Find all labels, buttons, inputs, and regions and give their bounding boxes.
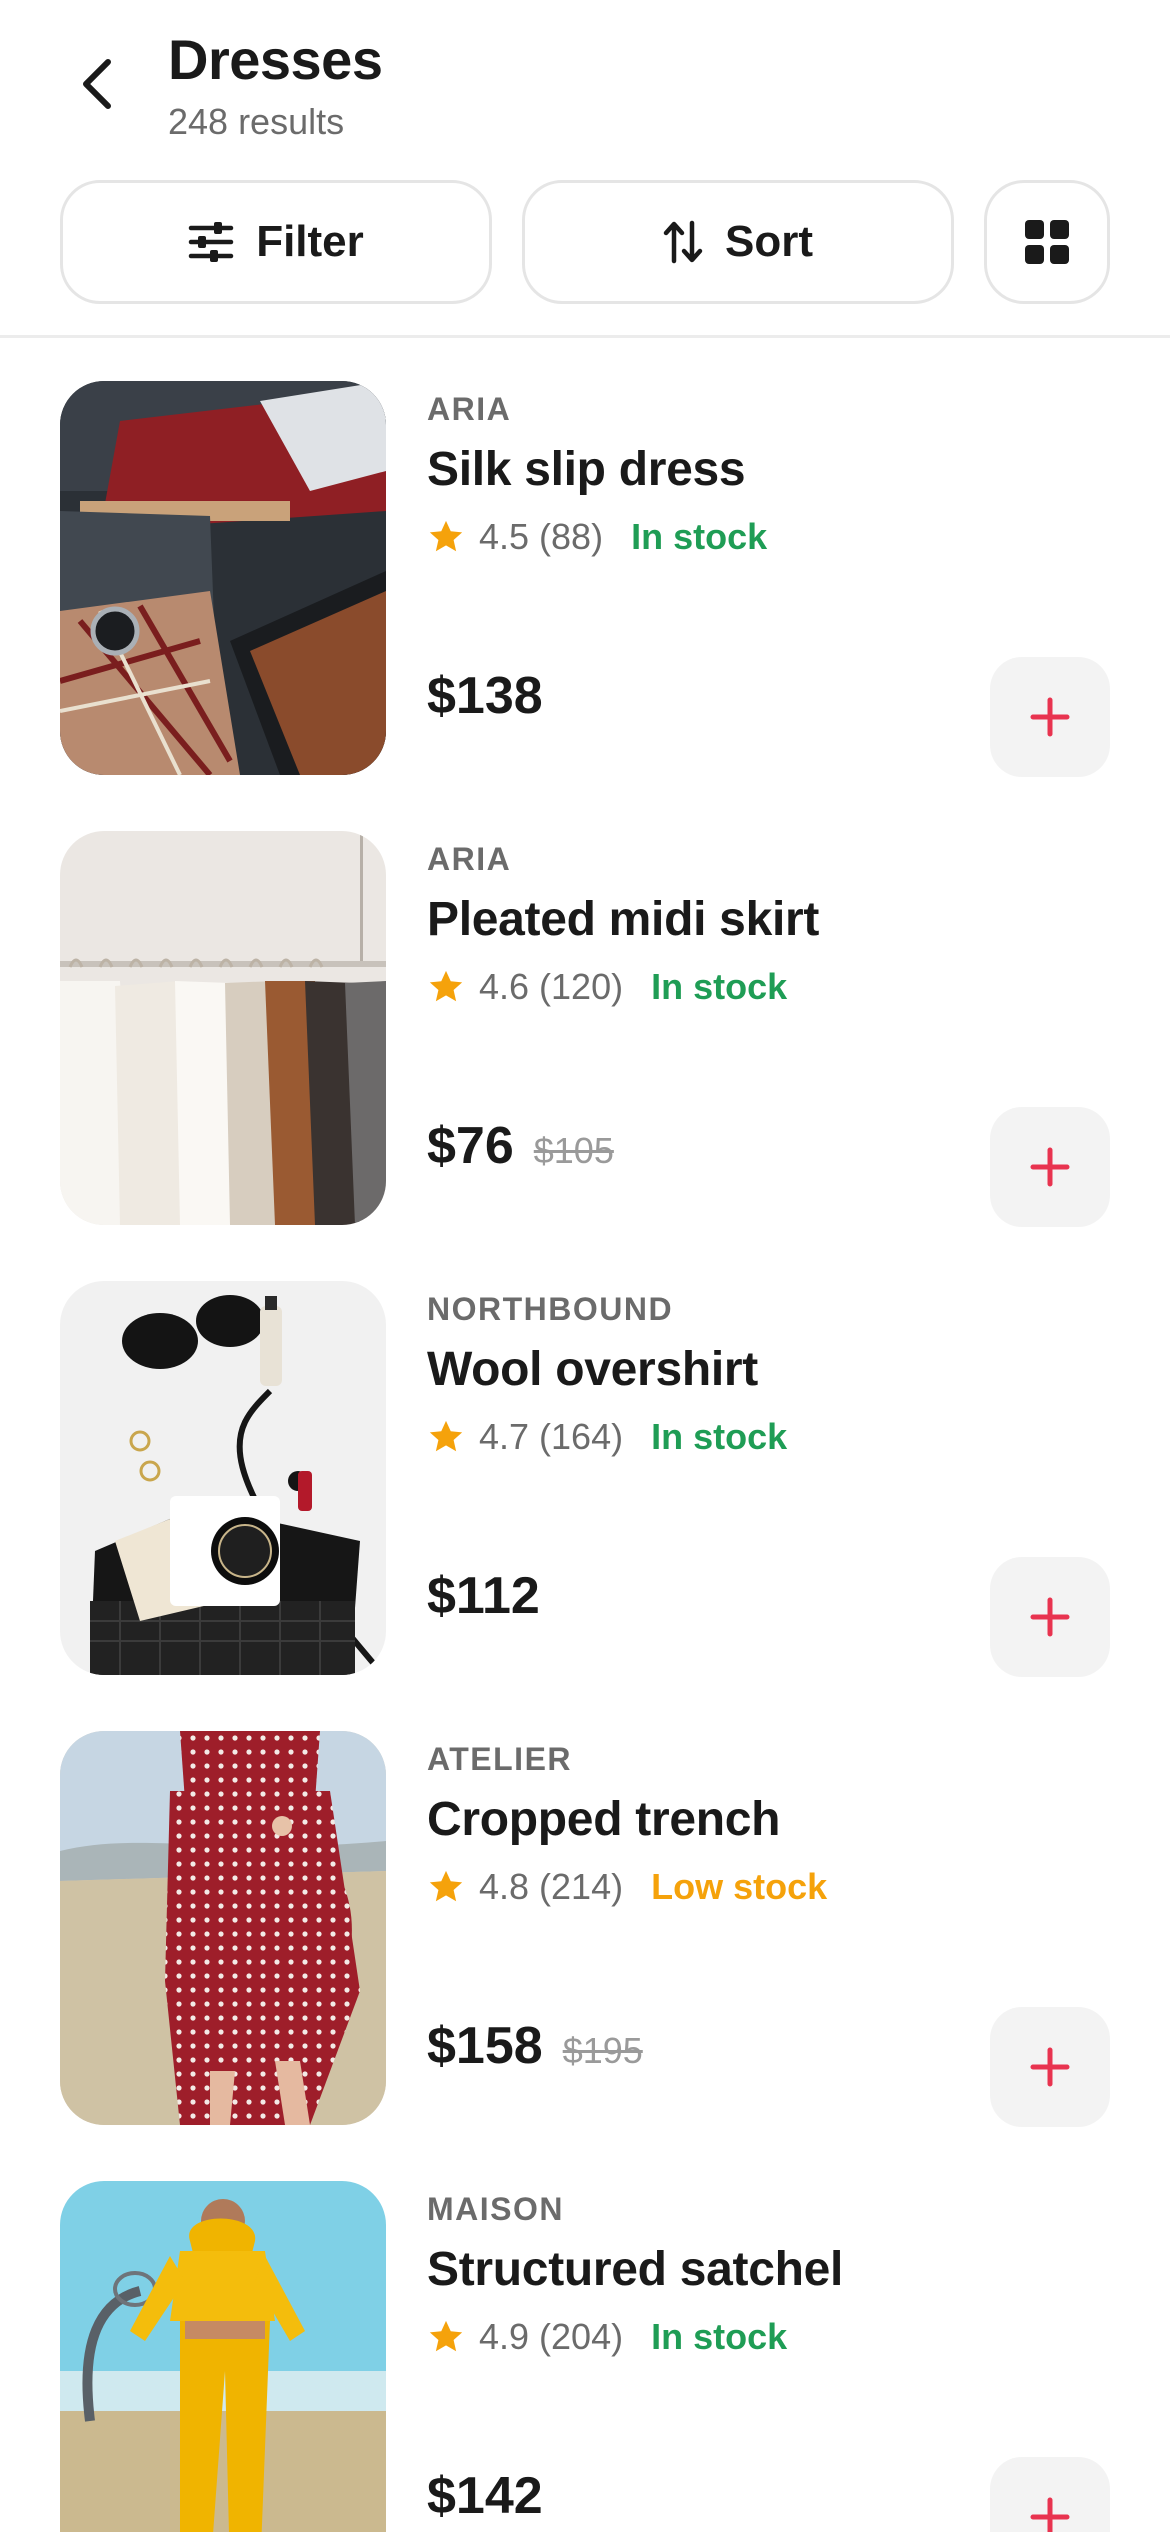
- price-row: $142: [427, 2466, 543, 2526]
- add-to-cart-button[interactable]: [990, 657, 1110, 777]
- product-card[interactable]: NORTHBOUND Wool overshirt 4.7 (164) In s…: [0, 1241, 1170, 1691]
- product-list: ARIA Silk slip dress 4.5 (88) In stock $…: [0, 341, 1170, 2532]
- star-icon: [429, 520, 463, 552]
- product-brand: ATELIER: [427, 1741, 573, 1777]
- product-meta: 4.6 (120) In stock: [427, 963, 1110, 1011]
- stock-status: In stock: [631, 516, 768, 557]
- stock-status: In stock: [651, 966, 788, 1007]
- product-price: $138: [427, 667, 543, 725]
- product-card[interactable]: ARIA Pleated midi skirt 4.6 (120) In sto…: [0, 791, 1170, 1241]
- product-brand: ARIA: [427, 391, 512, 427]
- product-rating: 4.6 (120): [479, 966, 624, 1007]
- product-price: $76: [427, 1117, 514, 1175]
- sort-button[interactable]: Sort: [522, 180, 954, 304]
- product-meta: 4.7 (164) In stock: [427, 1413, 1110, 1461]
- price-row: $112: [427, 1566, 540, 1626]
- product-price: $112: [427, 1567, 540, 1625]
- product-rating: 4.9 (204): [479, 2316, 624, 2357]
- product-brand: MAISON: [427, 2191, 564, 2227]
- product-price: $142: [427, 2467, 543, 2525]
- plus-icon: [1030, 1147, 1070, 1187]
- toolbar: Filter Sort: [60, 180, 1110, 304]
- price-row: $76 $105: [427, 1116, 614, 1176]
- product-rating: 4.7 (164): [479, 1416, 624, 1457]
- product-brand: ARIA: [427, 841, 512, 877]
- product-info: ATELIER Cropped trench 4.8 (214) Low sto…: [427, 1739, 1110, 1911]
- original-price: $105: [533, 1130, 614, 1171]
- page-title: Dresses: [168, 28, 383, 91]
- product-image[interactable]: [60, 831, 386, 1225]
- results-count: 248 results: [168, 101, 345, 142]
- star-icon: [429, 2320, 463, 2352]
- product-image[interactable]: [60, 1281, 386, 1675]
- grid-icon: [1025, 220, 1069, 264]
- product-list-screen: Dresses 248 results Filter Sort ARIA Sil…: [0, 0, 1170, 2532]
- product-card[interactable]: ARIA Silk slip dress 4.5 (88) In stock $…: [0, 341, 1170, 791]
- title-block: Dresses 248 results: [168, 28, 383, 144]
- add-to-cart-button[interactable]: [990, 1107, 1110, 1227]
- header: Dresses 248 results Filter Sort: [0, 0, 1170, 338]
- product-info: MAISON Structured satchel 4.9 (204) In s…: [427, 2189, 1110, 2361]
- product-brand: NORTHBOUND: [427, 1291, 674, 1327]
- product-name[interactable]: Wool overshirt: [427, 1341, 1110, 1399]
- sliders-icon: [188, 222, 234, 262]
- plus-icon: [1030, 2047, 1070, 2087]
- plus-icon: [1030, 2497, 1070, 2532]
- product-card[interactable]: ATELIER Cropped trench 4.8 (214) Low sto…: [0, 1691, 1170, 2141]
- product-meta: 4.9 (204) In stock: [427, 2313, 1110, 2361]
- star-icon: [429, 1420, 463, 1452]
- add-to-cart-button[interactable]: [990, 2457, 1110, 2532]
- sort-arrows-icon: [663, 220, 703, 264]
- stock-status: In stock: [651, 2316, 788, 2357]
- product-info: ARIA Silk slip dress 4.5 (88) In stock: [427, 389, 1110, 561]
- product-image[interactable]: [60, 2181, 386, 2532]
- product-name[interactable]: Cropped trench: [427, 1791, 1110, 1849]
- product-rating: 4.8 (214): [479, 1866, 624, 1907]
- add-to-cart-button[interactable]: [990, 1557, 1110, 1677]
- star-icon: [429, 1870, 463, 1902]
- filter-button[interactable]: Filter: [60, 180, 492, 304]
- grid-view-button[interactable]: [984, 180, 1110, 304]
- original-price: $195: [562, 2030, 643, 2071]
- product-info: NORTHBOUND Wool overshirt 4.7 (164) In s…: [427, 1289, 1110, 1461]
- price-row: $138: [427, 666, 543, 726]
- stock-status: In stock: [651, 1416, 788, 1457]
- plus-icon: [1030, 1597, 1070, 1637]
- stock-status: Low stock: [651, 1866, 828, 1907]
- product-card[interactable]: MAISON Structured satchel 4.9 (204) In s…: [0, 2141, 1170, 2532]
- product-info: ARIA Pleated midi skirt 4.6 (120) In sto…: [427, 839, 1110, 1011]
- product-name[interactable]: Structured satchel: [427, 2241, 1110, 2299]
- sort-label: Sort: [725, 217, 813, 266]
- filter-label: Filter: [256, 217, 364, 266]
- product-name[interactable]: Silk slip dress: [427, 441, 1110, 499]
- price-row: $158 $195: [427, 2016, 643, 2076]
- star-icon: [429, 970, 463, 1002]
- plus-icon: [1030, 697, 1070, 737]
- product-meta: 4.5 (88) In stock: [427, 513, 1110, 561]
- chevron-left-icon: [83, 59, 111, 109]
- back-button[interactable]: [60, 48, 132, 120]
- add-to-cart-button[interactable]: [990, 2007, 1110, 2127]
- product-price: $158: [427, 2017, 543, 2075]
- product-name[interactable]: Pleated midi skirt: [427, 891, 1110, 949]
- product-image[interactable]: [60, 1731, 386, 2125]
- product-rating: 4.5 (88): [479, 516, 604, 557]
- product-meta: 4.8 (214) Low stock: [427, 1863, 1110, 1911]
- product-image[interactable]: [60, 381, 386, 775]
